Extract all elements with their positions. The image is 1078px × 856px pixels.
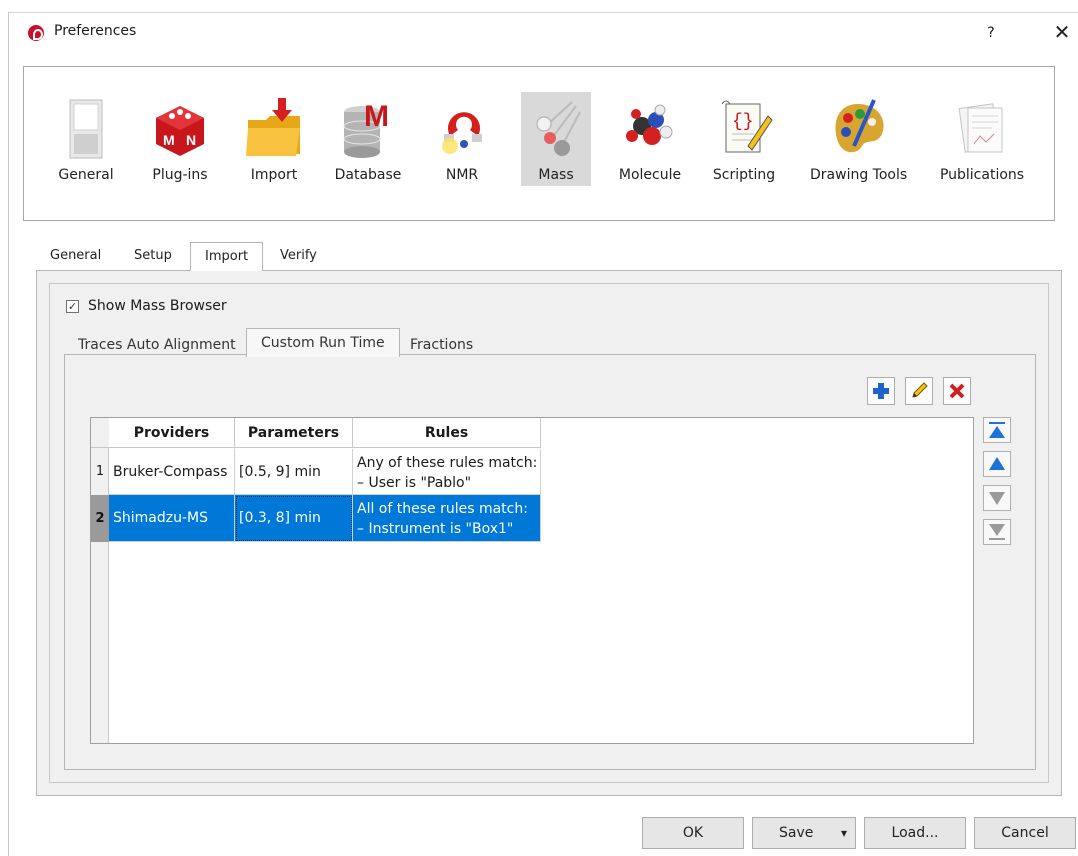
category-scripting[interactable]: {} Scripting (698, 92, 790, 192)
mass-icon (536, 101, 581, 156)
rules-line: All of these rules match: (357, 501, 528, 517)
delete-rule-button[interactable] (943, 377, 971, 405)
plugin-cube-icon: M N (156, 106, 204, 156)
close-button[interactable]: ✕ (1049, 19, 1075, 45)
cancel-button[interactable]: Cancel (974, 817, 1076, 849)
import-tab-panel: ✓ Show Mass Browser Traces Auto Alignmen… (36, 270, 1062, 796)
save-button[interactable]: Save ▾ (752, 817, 856, 849)
category-label: Mass (538, 167, 574, 183)
svg-text:M: M (163, 132, 175, 148)
molecule-icon (626, 104, 673, 145)
category-drawing-tools[interactable]: Drawing Tools (810, 92, 908, 192)
load-button[interactable]: Load... (864, 817, 966, 849)
category-general[interactable]: General (40, 92, 132, 192)
window-title: Preferences (54, 23, 137, 39)
move-up-button[interactable] (983, 451, 1011, 477)
app-logo-icon (28, 25, 44, 41)
column-header-rules[interactable]: Rules (353, 418, 541, 448)
category-label: Publications (939, 167, 1025, 183)
svg-text:M: M (364, 100, 389, 133)
rules-line: Any of these rules match: (357, 455, 538, 471)
add-icon (873, 383, 889, 399)
category-nmr[interactable]: NMR (416, 92, 508, 192)
category-label: NMR (445, 167, 479, 183)
row-number: 1 (95, 464, 105, 479)
move-up-icon (989, 457, 1005, 470)
database-icon: M (343, 100, 389, 158)
publications-icon (958, 103, 1003, 153)
category-label: Plug-ins (152, 167, 208, 183)
help-button[interactable]: ? (979, 21, 1003, 45)
table-corner (91, 418, 109, 448)
category-mass[interactable]: Mass (510, 92, 602, 192)
move-down-button[interactable] (983, 485, 1011, 511)
edit-rule-button[interactable] (905, 377, 933, 405)
parameters-cell[interactable]: [0.5, 9] min (235, 449, 353, 495)
rules-cell[interactable]: Any of these rules match: – User is "Pab… (353, 449, 541, 495)
move-to-bottom-button[interactable] (983, 519, 1011, 545)
move-to-top-button[interactable] (983, 417, 1011, 443)
category-label: Database (334, 167, 402, 183)
provider-cell[interactable]: Bruker-Compass (109, 449, 235, 495)
category-import[interactable]: Import (228, 92, 320, 192)
show-mass-browser-checkbox[interactable]: ✓ (66, 300, 79, 313)
delete-icon (949, 383, 965, 399)
tab-setup[interactable]: Setup (126, 242, 180, 270)
svg-text:N: N (186, 132, 196, 148)
move-bottom-icon (989, 524, 1005, 540)
category-molecule[interactable]: Molecule (604, 92, 696, 192)
save-label: Save (779, 825, 814, 841)
add-rule-button[interactable] (867, 377, 895, 405)
rules-table: Providers Parameters Rules 1 Bruker-Comp… (90, 417, 974, 744)
show-mass-browser-label: Show Mass Browser (88, 298, 227, 314)
tab-general[interactable]: General (42, 242, 109, 270)
category-publications[interactable]: Publications (934, 92, 1030, 192)
switch-icon (69, 99, 103, 159)
column-header-providers[interactable]: Providers (109, 418, 235, 448)
tab-verify[interactable]: Verify (272, 242, 325, 270)
provider-cell[interactable]: Shimadzu-MS (109, 495, 235, 542)
nmr-magnet-icon (442, 112, 482, 154)
svg-text:{}: {} (732, 112, 754, 132)
move-top-icon (989, 422, 1005, 438)
category-label: Import (250, 167, 298, 183)
import-folder-icon (246, 98, 300, 156)
column-header-parameters[interactable]: Parameters (235, 418, 353, 448)
palette-icon (835, 99, 884, 153)
pencil-icon (912, 382, 928, 398)
window-left-border (8, 12, 9, 856)
category-toolbar: General M N Plug-ins Import M Database N… (23, 66, 1055, 221)
category-plugins[interactable]: M N Plug-ins (134, 92, 226, 192)
move-down-icon (989, 492, 1005, 505)
scripting-icon: {} (721, 100, 773, 153)
category-label: General (58, 167, 114, 183)
tab-custom-run-time[interactable]: Custom Run Time (246, 328, 400, 357)
tab-import[interactable]: Import (190, 242, 264, 271)
custom-run-time-panel: Providers Parameters Rules 1 Bruker-Comp… (64, 354, 1036, 770)
row-number: 2 (91, 495, 109, 542)
rules-cell[interactable]: All of these rules match: – Instrument i… (353, 495, 541, 542)
mass-import-group: ✓ Show Mass Browser Traces Auto Alignmen… (49, 283, 1049, 783)
category-label: Drawing Tools (810, 167, 908, 183)
category-label: Scripting (712, 167, 776, 183)
parameters-cell[interactable]: [0.3, 8] min (235, 495, 353, 542)
ok-button[interactable]: OK (642, 817, 744, 849)
rules-line: – User is "Pablo" (357, 475, 472, 491)
rules-line: – Instrument is "Box1" (357, 521, 514, 537)
category-label: Molecule (618, 167, 682, 183)
category-database[interactable]: M Database (322, 92, 414, 192)
title-bar: Preferences ? ✕ (9, 13, 1078, 53)
save-dropdown-arrow-icon[interactable]: ▾ (841, 818, 847, 848)
